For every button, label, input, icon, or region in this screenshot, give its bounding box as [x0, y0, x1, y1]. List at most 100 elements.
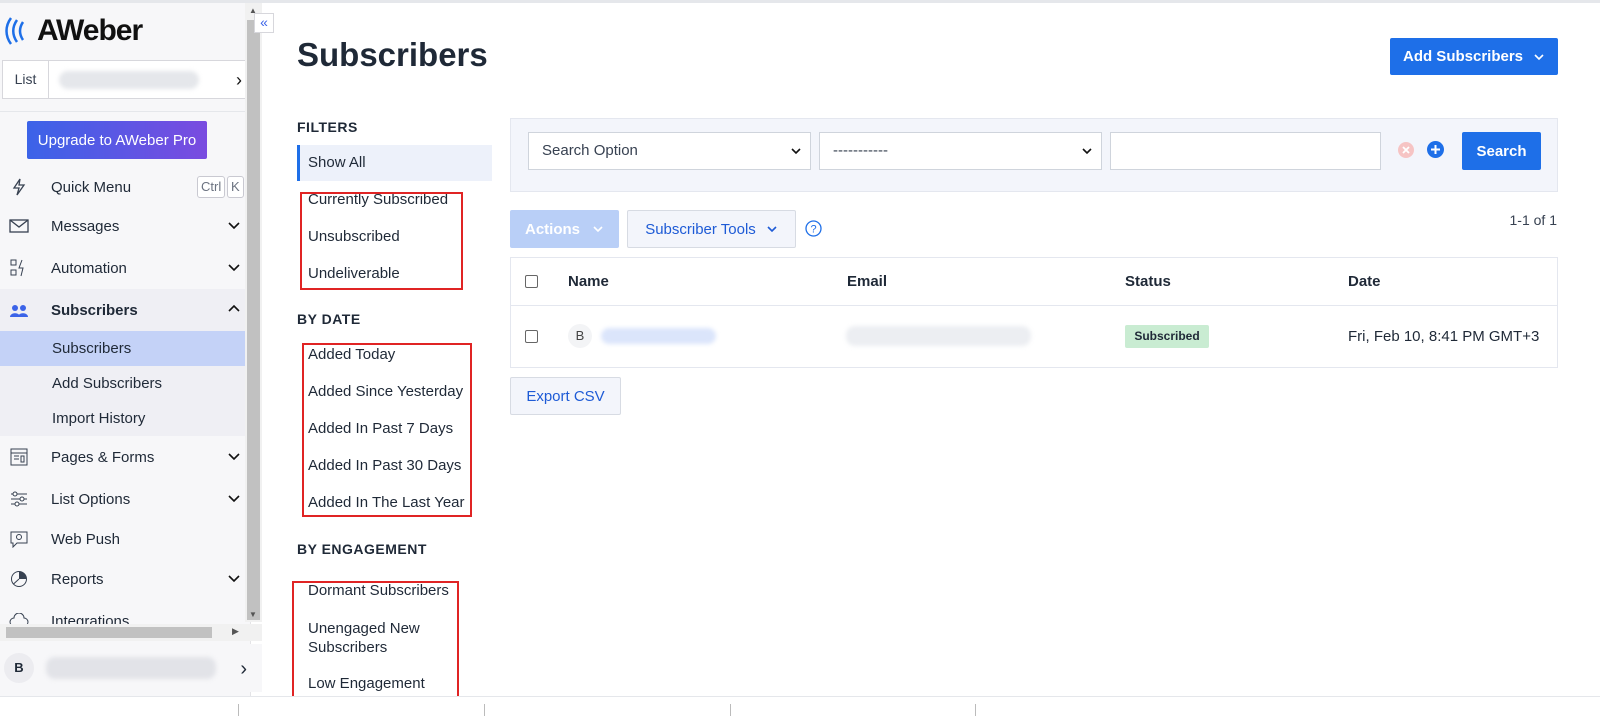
- sidebar-item-subscribers[interactable]: Subscribers: [0, 289, 245, 331]
- list-selector[interactable]: List ›: [2, 60, 249, 99]
- actions-label: Actions: [524, 220, 580, 238]
- submenu-item-subscribers[interactable]: Subscribers: [0, 331, 245, 366]
- sidebar-item-messages[interactable]: Messages: [0, 205, 245, 247]
- filter-show-all[interactable]: Show All: [297, 145, 492, 181]
- help-icon[interactable]: ?: [805, 220, 822, 237]
- scrollbar-thumb[interactable]: [6, 627, 212, 638]
- scrollbar-thumb[interactable]: [247, 20, 260, 620]
- search-panel: Search Option ----------- Search: [510, 118, 1558, 192]
- sidebar-item-label: Quick Menu: [51, 178, 132, 196]
- chevron-down-icon: [228, 453, 240, 461]
- subscribers-table: Name Email Status Date B Subscribed Fri,…: [510, 257, 1558, 368]
- sidebar-item-pages-forms[interactable]: Pages & Forms: [0, 436, 245, 478]
- chevron-down-icon: [1534, 53, 1544, 60]
- pagination-count: 1-1 of 1: [1509, 212, 1557, 228]
- sidebar-item-reports[interactable]: Reports: [0, 558, 245, 600]
- sliders-icon: [8, 488, 30, 510]
- push-icon: [8, 528, 30, 550]
- sidebar-item-label: Subscribers: [51, 301, 138, 319]
- kbd-k: K: [227, 176, 244, 198]
- actions-button[interactable]: Actions: [510, 210, 619, 248]
- chevron-down-icon: [1082, 148, 1092, 155]
- sidebar-item-label: Pages & Forms: [51, 448, 155, 466]
- avatar: B: [4, 653, 34, 683]
- column-header-date[interactable]: Date: [1348, 273, 1381, 290]
- chevron-right-icon: ›: [240, 658, 247, 680]
- sidebar-horizontal-scrollbar[interactable]: ▶: [0, 624, 262, 641]
- divider: [730, 704, 731, 716]
- highlight-box: [300, 192, 463, 290]
- column-header-email[interactable]: Email: [847, 273, 887, 290]
- by-date-heading: BY DATE: [297, 311, 361, 327]
- search-value-input[interactable]: [1110, 132, 1381, 170]
- chevron-down-icon: [791, 148, 801, 155]
- lightning-icon: [8, 176, 30, 198]
- highlight-box: [292, 581, 459, 698]
- list-name-redacted: [59, 70, 199, 89]
- envelope-icon: [8, 215, 30, 237]
- sidebar-item-web-push[interactable]: Web Push: [0, 520, 245, 558]
- add-subscribers-label: Add Subscribers: [1402, 48, 1524, 65]
- sidebar-item-list-options[interactable]: List Options: [0, 478, 245, 520]
- add-circle-icon[interactable]: [1426, 140, 1445, 159]
- sidebar-item-automation[interactable]: Automation: [0, 247, 245, 289]
- sidebar-item-label: Web Push: [51, 530, 120, 548]
- svg-text:?: ?: [810, 224, 816, 236]
- users-icon: [8, 299, 30, 321]
- sidebar: AWeber List › Upgrade to AWeber Pro Quic…: [0, 3, 251, 705]
- clear-circle-icon[interactable]: [1397, 141, 1415, 159]
- subscriber-tools-label: Subscriber Tools: [645, 220, 756, 238]
- scroll-right-icon[interactable]: ▶: [232, 626, 239, 637]
- by-engagement-heading: BY ENGAGEMENT: [297, 541, 427, 557]
- upgrade-button[interactable]: Upgrade to AWeber Pro: [27, 121, 207, 159]
- chevron-right-icon: ›: [236, 70, 242, 90]
- highlight-box: [302, 343, 472, 517]
- pie-chart-icon: [8, 568, 30, 590]
- row-checkbox[interactable]: [525, 330, 538, 343]
- divider: [0, 111, 250, 112]
- subscribers-submenu: Subscribers Add Subscribers Import Histo…: [0, 331, 245, 436]
- page-title: Subscribers: [297, 36, 488, 73]
- column-header-status[interactable]: Status: [1125, 273, 1171, 290]
- submenu-item-import-history[interactable]: Import History: [0, 401, 245, 436]
- add-subscribers-button[interactable]: Add Subscribers: [1390, 38, 1558, 75]
- export-csv-button[interactable]: Export CSV: [510, 377, 621, 415]
- chevron-down-icon: [767, 226, 777, 233]
- account-menu[interactable]: B ›: [0, 644, 262, 692]
- aweber-logo[interactable]: AWeber: [5, 13, 143, 49]
- search-operator-select[interactable]: -----------: [819, 132, 1102, 170]
- divider: [484, 704, 485, 716]
- collapse-sidebar-button[interactable]: «: [254, 13, 274, 33]
- chevron-up-icon: [228, 304, 240, 312]
- subscriber-tools-button[interactable]: Subscriber Tools: [627, 210, 796, 248]
- sidebar-item-label: Automation: [51, 259, 127, 277]
- divider: [238, 704, 239, 716]
- page-icon: [8, 446, 30, 468]
- table-header: Name Email Status Date: [511, 258, 1557, 306]
- chevron-down-icon: [228, 575, 240, 583]
- sidebar-vertical-scrollbar[interactable]: ▲ ▼: [245, 3, 262, 622]
- select-value: -----------: [833, 142, 888, 159]
- sidebar-item-label: Reports: [51, 570, 104, 588]
- bottom-bar: [0, 696, 1600, 725]
- search-button[interactable]: Search: [1462, 132, 1541, 170]
- search-option-select[interactable]: Search Option: [528, 132, 811, 170]
- sidebar-item-label: List Options: [51, 490, 131, 508]
- account-name-redacted: [46, 657, 216, 679]
- chevron-down-icon: [228, 495, 240, 503]
- subscriber-email-redacted: [846, 326, 1031, 346]
- chevron-down-icon: [228, 222, 240, 230]
- scroll-down-icon[interactable]: ▼: [249, 610, 257, 619]
- subscriber-name-redacted[interactable]: [601, 328, 716, 344]
- logo-waves-icon: [5, 17, 25, 45]
- logo-text: AWeber: [37, 14, 143, 47]
- select-all-checkbox[interactable]: [525, 275, 538, 288]
- list-label: List: [3, 61, 49, 98]
- column-header-name[interactable]: Name: [568, 273, 609, 290]
- sidebar-item-quick-menu[interactable]: Quick Menu Ctrl K: [0, 169, 245, 205]
- kbd-ctrl: Ctrl: [197, 176, 226, 198]
- submenu-item-add-subscribers[interactable]: Add Subscribers: [0, 366, 245, 401]
- sidebar-item-label: Messages: [51, 217, 120, 235]
- sidebar-nav: Quick Menu Ctrl K Messages Automation Su…: [0, 169, 245, 642]
- status-badge: Subscribed: [1125, 325, 1209, 348]
